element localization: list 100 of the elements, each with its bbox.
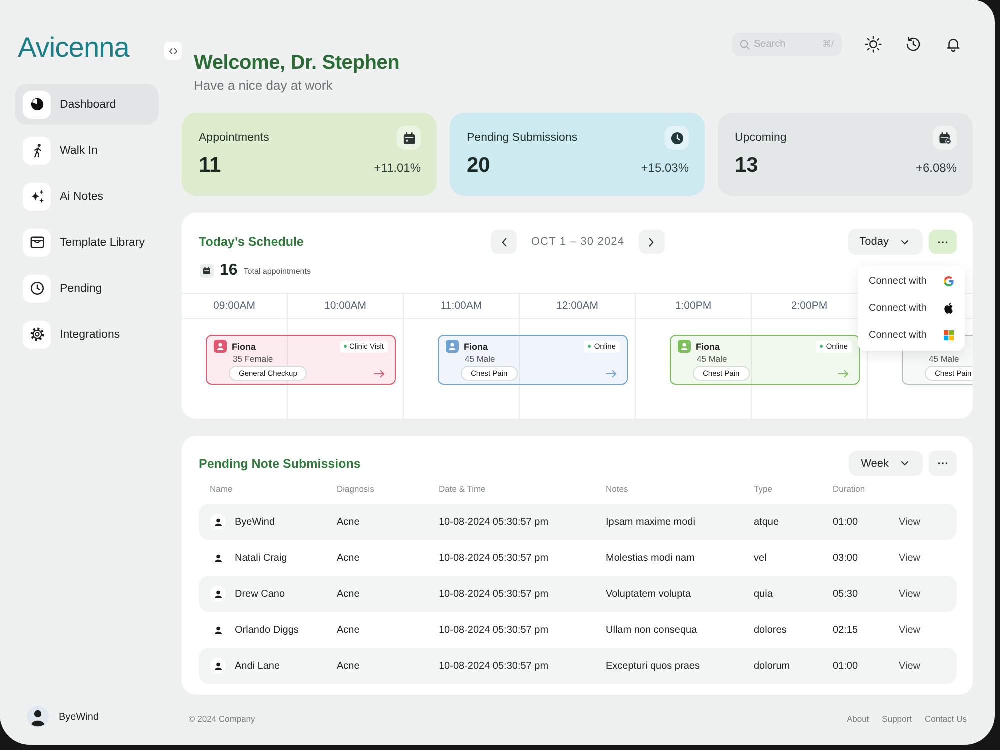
patient-name: Fiona — [464, 342, 488, 352]
patient-name: Natali Craig — [235, 552, 288, 564]
table-cell: 10-08-2024 05:30:57 pm — [439, 516, 549, 528]
person-icon — [210, 514, 226, 530]
patient-name: Andi Lane — [235, 660, 280, 672]
sparkles-icon — [23, 182, 51, 210]
time-label: 1:00PM — [675, 300, 712, 312]
patient-name: Fiona — [232, 342, 256, 352]
more-dots-icon — [938, 462, 948, 465]
table-cell: Voluptatem volupta — [606, 588, 692, 600]
person-icon — [446, 340, 459, 353]
table-cell: 10-08-2024 05:30:57 pm — [439, 552, 549, 564]
walking-person-icon — [23, 136, 51, 164]
collapse-button[interactable] — [164, 42, 182, 60]
history-icon[interactable] — [905, 36, 922, 53]
column-header: Date & Time — [439, 484, 486, 494]
arrow-right-icon[interactable] — [374, 370, 385, 378]
footer-link[interactable]: Support — [882, 714, 912, 724]
table-cell: Molestias modi nam — [606, 552, 695, 564]
table-cell: Excepturi quos praes — [606, 660, 700, 672]
windows-logo-icon — [944, 330, 954, 341]
table-cell: Acne — [337, 660, 360, 672]
stat-value: 13 — [735, 154, 758, 178]
calendar-check-icon — [933, 126, 957, 150]
table-cell: dolorum — [754, 660, 790, 672]
arrow-right-icon[interactable] — [606, 370, 617, 378]
section-title: Pending Note Submissions — [199, 456, 361, 470]
table-cell: 01:00 — [833, 516, 858, 528]
caret-down-icon — [901, 240, 909, 244]
column-header: Duration — [833, 484, 866, 494]
person-icon — [678, 340, 691, 353]
column-header: Name — [210, 484, 233, 494]
chevron-right-icon — [649, 238, 654, 246]
caret-down-icon — [901, 461, 909, 466]
nav-item[interactable]: Dashboard — [15, 84, 159, 125]
status-dot-icon — [344, 345, 347, 348]
shortcut-hint: ⌘/ — [822, 39, 834, 49]
person-icon — [210, 586, 226, 602]
nav-item[interactable]: Ai Notes — [15, 176, 159, 217]
table-cell: 10-08-2024 05:30:57 pm — [439, 624, 549, 636]
view-link[interactable]: View — [899, 516, 920, 528]
logo-wordmark: Avicenna — [18, 32, 130, 64]
connect-menu-item[interactable]: Connect with — [858, 295, 965, 322]
table-cell: 02:15 — [833, 624, 858, 636]
stat-change: +15.03% — [641, 161, 689, 175]
patient-details: 45 Male — [697, 354, 728, 365]
table-cell: Acne — [337, 624, 360, 636]
date-range: OCT 1 – 30 2024 — [531, 236, 625, 248]
footer-link[interactable]: About — [846, 714, 870, 724]
next-button[interactable] — [638, 230, 665, 254]
table-cell: 03:00 — [833, 552, 858, 564]
avatar-icon[interactable] — [27, 706, 49, 728]
period-dropdown[interactable]: Week — [849, 451, 923, 476]
section-title: Today’s Schedule — [199, 235, 304, 249]
nav-item[interactable]: Pending — [15, 268, 159, 309]
table-cell: atque — [754, 516, 780, 528]
view-link[interactable]: View — [899, 624, 920, 636]
table-cell: quia — [754, 588, 773, 600]
google-logo-icon — [944, 276, 954, 287]
table-cell: 01:00 — [833, 660, 858, 672]
sun-icon[interactable] — [865, 36, 882, 53]
view-link[interactable]: View — [899, 660, 920, 672]
time-label: 09:00AM — [213, 300, 256, 312]
bell-icon[interactable] — [945, 36, 962, 53]
nav-item[interactable]: Integrations — [15, 314, 159, 355]
clock-icon — [23, 274, 51, 302]
chevron-left-icon — [502, 238, 507, 246]
nav-item[interactable]: Template Library — [15, 222, 159, 263]
appointment-count-label: Total appointments — [244, 266, 311, 276]
view-link[interactable]: View — [899, 588, 920, 600]
footer-link[interactable]: Contact Us — [924, 714, 967, 724]
more-dots-icon — [938, 240, 948, 244]
person-icon — [214, 340, 227, 353]
patient-details: 45 Male — [929, 354, 960, 365]
stat-title: Appointments — [199, 132, 270, 144]
column-header: Notes — [606, 484, 628, 494]
arrow-right-icon[interactable] — [838, 370, 849, 378]
stat-value: 11 — [199, 154, 222, 178]
period-dropdown[interactable]: Today — [848, 229, 923, 255]
table-cell: 10-08-2024 05:30:57 pm — [439, 660, 549, 672]
chevrons-icon — [168, 48, 178, 54]
connect-menu-item[interactable]: Connect with — [858, 268, 965, 295]
nav-item[interactable]: Walk In — [15, 130, 159, 171]
view-link[interactable]: View — [899, 552, 920, 564]
stat-title: Upcoming — [735, 132, 787, 144]
previous-button[interactable] — [491, 230, 518, 254]
table-cell: 10-08-2024 05:30:57 pm — [439, 588, 549, 600]
stat-value: 20 — [467, 154, 490, 178]
table-cell: Acne — [337, 516, 360, 528]
table-cell: 05:30 — [833, 588, 858, 600]
table-cell: Acne — [337, 588, 360, 600]
inbox-tray-icon — [23, 228, 51, 256]
stat-change: +6.08% — [916, 161, 957, 175]
patient-details: 45 Male — [465, 354, 496, 365]
user-name: ByeWind — [59, 712, 100, 722]
table-cell: vel — [754, 552, 767, 564]
search-icon — [740, 40, 750, 50]
calendar-icon — [200, 264, 214, 278]
welcome-subtitle: Have a nice day at work — [194, 78, 334, 93]
table-cell: Acne — [337, 552, 360, 564]
